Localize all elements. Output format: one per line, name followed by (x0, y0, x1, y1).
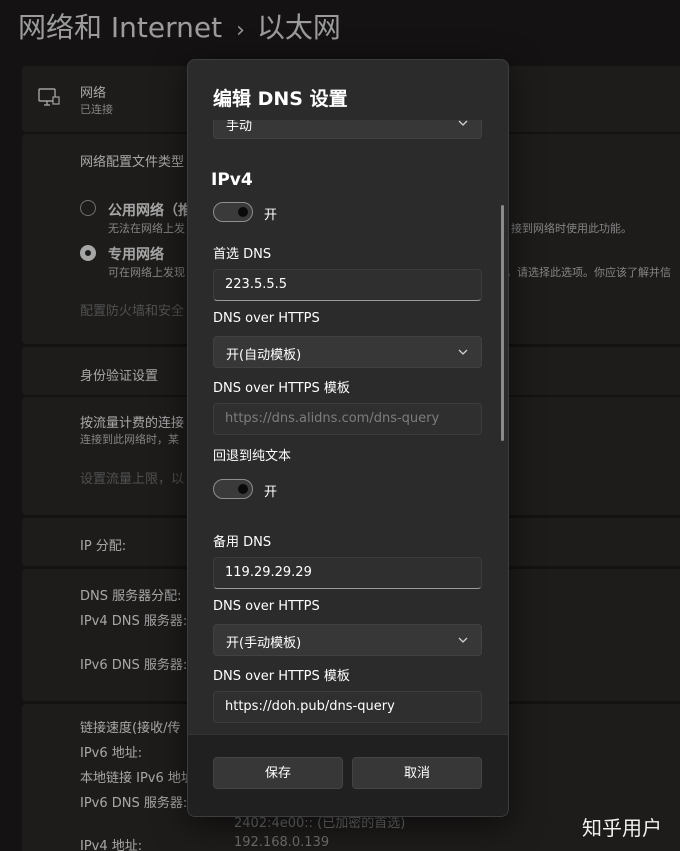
alt-doh-template-value: https://doh.pub/dns-query (225, 699, 395, 714)
ipv4-heading: IPv4 (211, 170, 253, 190)
ipv4-toggle[interactable] (213, 202, 253, 222)
alternate-dns-value: 119.29.29.29 (225, 565, 312, 580)
doh-template-input[interactable]: https://dns.alidns.com/dns-query (213, 403, 482, 435)
alt-doh-label: DNS over HTTPS (213, 599, 320, 614)
preferred-dns-input[interactable]: 223.5.5.5 (213, 269, 482, 301)
toggle-knob (238, 484, 248, 494)
alt-doh-select[interactable]: 开(手动模板) (213, 624, 482, 656)
preferred-dns-label: 首选 DNS (213, 247, 272, 262)
chevron-down-icon (458, 349, 468, 355)
dns-mode-value: 手动 (226, 120, 253, 134)
dialog-footer: 保存 取消 (188, 734, 508, 816)
alt-doh-value: 开(手动模板) (226, 636, 302, 651)
toggle-knob (238, 207, 248, 217)
chevron-down-icon (458, 120, 468, 126)
alt-doh-template-input[interactable]: https://doh.pub/dns-query (213, 691, 482, 723)
alt-doh-template-label: DNS over HTTPS 模板 (213, 669, 350, 684)
alternate-dns-label: 备用 DNS (213, 535, 272, 550)
dialog-scroll-area[interactable]: 手动 IPv4 开 首选 DNS 223.5.5.5 DNS over HTTP… (188, 120, 508, 770)
doh-value: 开(自动模板) (226, 348, 302, 363)
doh-template-label: DNS over HTTPS 模板 (213, 381, 350, 396)
fallback-toggle-label: 开 (264, 485, 278, 500)
edit-dns-dialog: 编辑 DNS 设置 手动 IPv4 开 首选 DNS 223.5.5.5 DNS… (187, 59, 509, 817)
cancel-button[interactable]: 取消 (352, 757, 482, 789)
screen: 网络和 Internet › 以太网 网络 已连接 网络配置文件类型 公用网络（推 … (0, 0, 680, 851)
chevron-down-icon (458, 637, 468, 643)
dns-mode-select[interactable]: 手动 (213, 120, 482, 139)
doh-template-placeholder: https://dns.alidns.com/dns-query (225, 411, 440, 426)
fallback-label: 回退到纯文本 (213, 449, 292, 464)
dialog-scrollbar[interactable] (501, 205, 504, 441)
save-button[interactable]: 保存 (213, 757, 343, 789)
doh-label: DNS over HTTPS (213, 311, 320, 326)
preferred-dns-value: 223.5.5.5 (225, 277, 288, 292)
alternate-dns-input[interactable]: 119.29.29.29 (213, 557, 482, 589)
ipv4-toggle-label: 开 (264, 208, 278, 223)
dialog-title: 编辑 DNS 设置 (213, 88, 348, 110)
fallback-toggle[interactable] (213, 479, 253, 499)
watermark: 知乎用户 (582, 816, 662, 840)
doh-select[interactable]: 开(自动模板) (213, 336, 482, 368)
